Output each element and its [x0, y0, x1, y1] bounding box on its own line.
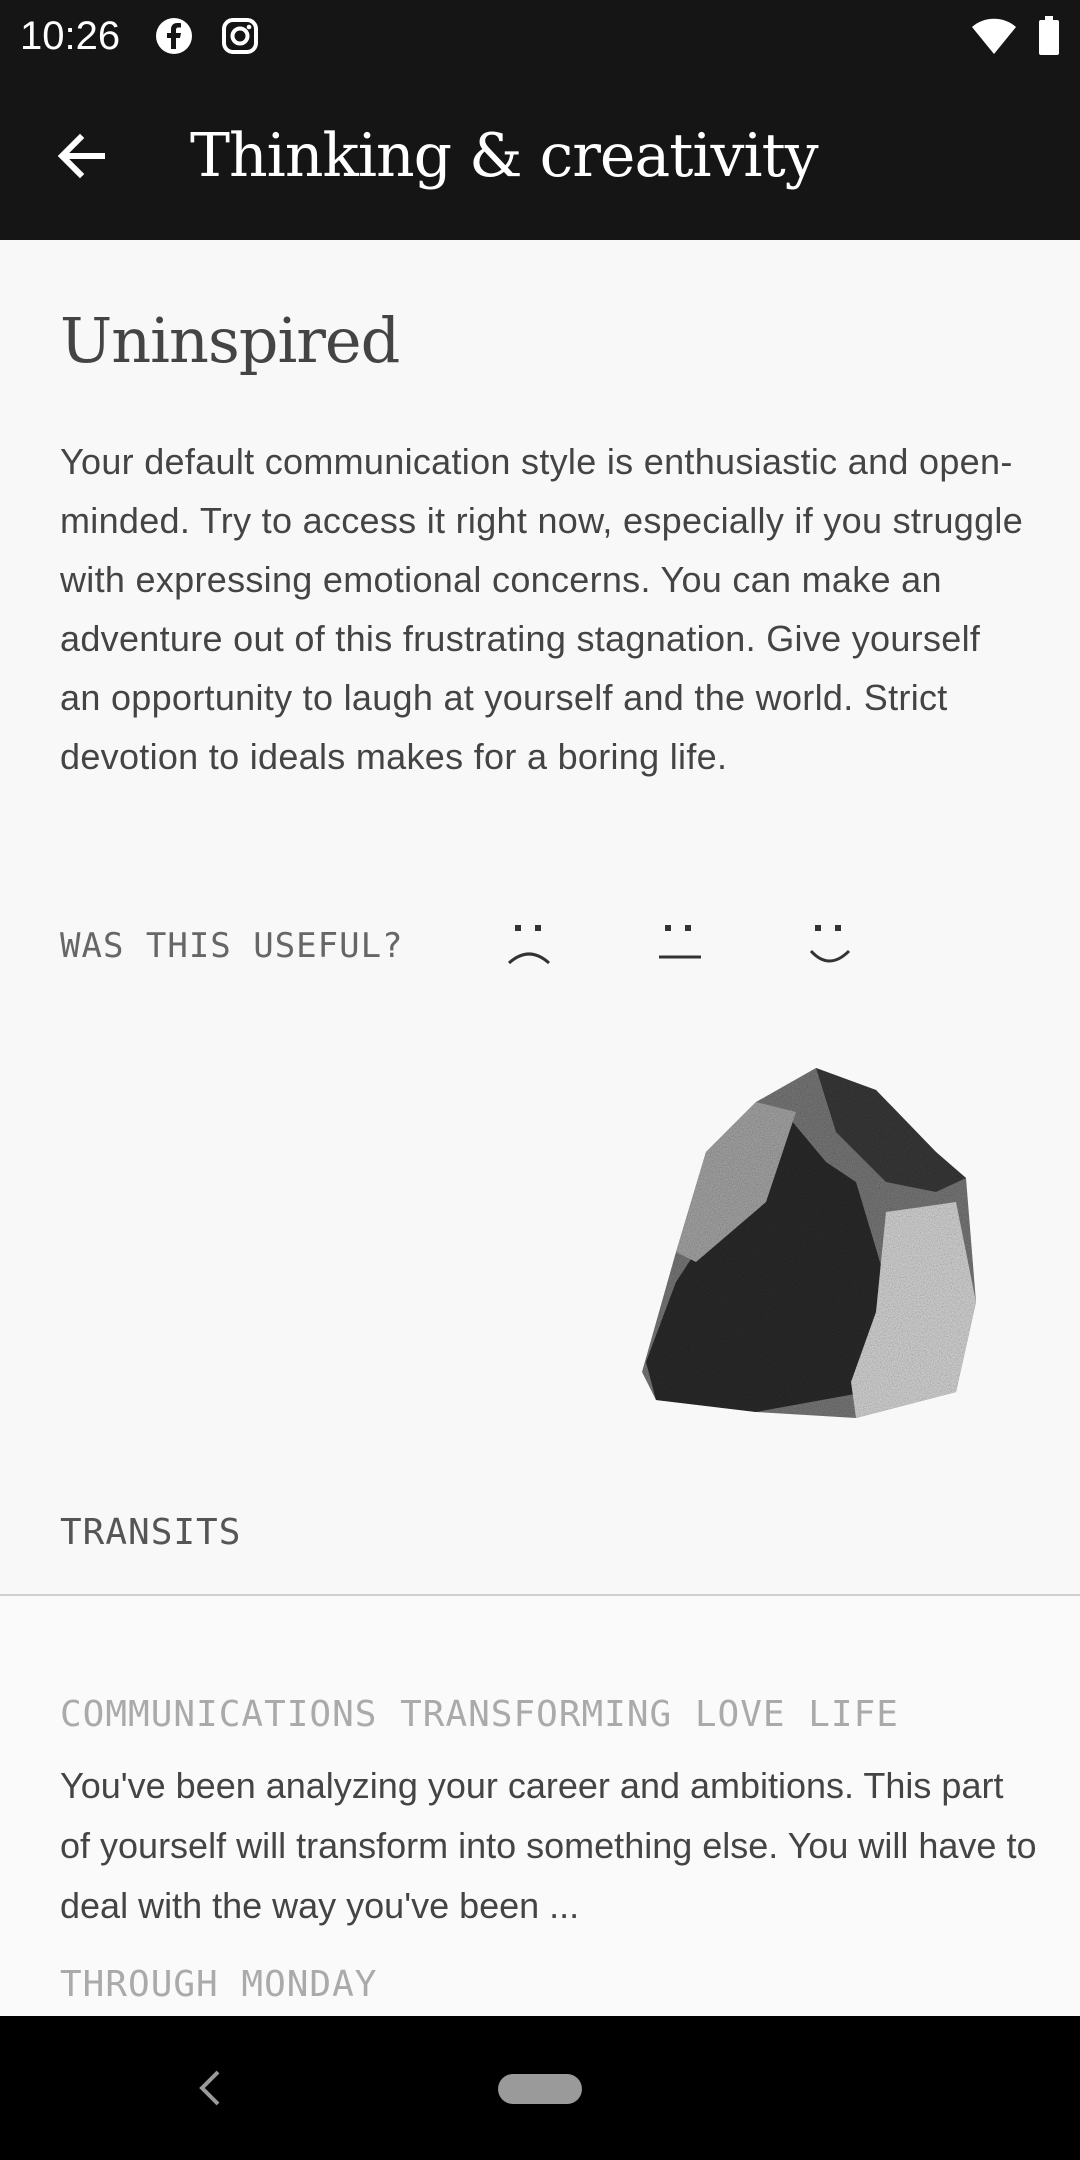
instagram-icon	[222, 18, 259, 54]
transits-label: TRANSITS	[60, 1512, 242, 1553]
neutral-face-icon	[659, 925, 701, 959]
facebook-icon	[156, 18, 193, 54]
arrow-left-icon	[57, 133, 105, 179]
status-bar: 10:26	[0, 0, 1080, 72]
status-right	[970, 16, 1060, 56]
system-nav-bar	[0, 2016, 1080, 2160]
transit-date: THROUGH MONDAY	[60, 1964, 378, 2005]
screen: 10:26 Thinking & creativity Uninspired Y…	[0, 0, 1080, 2160]
feedback-neutral-button[interactable]	[646, 910, 716, 980]
feedback-sad-button[interactable]	[496, 910, 566, 980]
reading-title: Uninspired	[60, 304, 400, 377]
transit-text: You've been analyzing your career and am…	[60, 1765, 1037, 1926]
feedback-happy-button[interactable]	[796, 910, 866, 980]
battery-icon	[1039, 16, 1059, 55]
app-bar: Thinking & creativity	[0, 72, 1080, 240]
nav-back-icon[interactable]	[190, 2066, 230, 2110]
transit-title: COMMUNICATIONS TRANSFORMING LOVE LIFE	[60, 1694, 899, 1735]
feedback-label: WAS THIS USEFUL?	[60, 926, 404, 966]
nav-home-pill[interactable]	[498, 2074, 582, 2104]
feedback-row: WAS THIS USEFUL?	[60, 906, 1020, 986]
happy-face-icon	[809, 925, 851, 963]
app-title: Thinking & creativity	[190, 121, 819, 191]
wifi-icon	[972, 18, 1016, 54]
rock-illustration	[642, 1068, 976, 1418]
reading-body: Your default communication style is enth…	[60, 441, 1024, 777]
back-button[interactable]	[26, 100, 138, 212]
status-time: 10:26	[20, 13, 121, 58]
transit-card[interactable]: COMMUNICATIONS TRANSFORMING LOVE LIFE Yo…	[0, 1596, 1080, 2040]
sad-face-icon	[507, 925, 551, 965]
